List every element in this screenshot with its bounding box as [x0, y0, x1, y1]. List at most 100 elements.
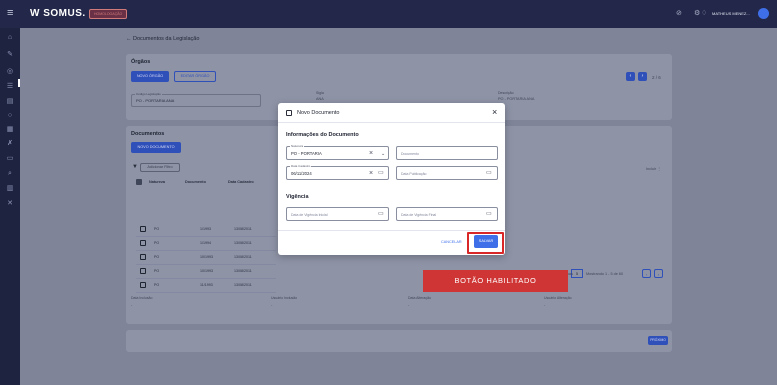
cancel-button[interactable]: CANCELAR — [441, 240, 462, 244]
search-icon[interactable]: ⌕ — [5, 169, 15, 179]
vigencia-final-input[interactable]: Data de Vigência Final ▭ — [396, 207, 498, 221]
vigencia-inicial-placeholder: Data de Vigência Inicial — [291, 213, 328, 217]
help-icon[interactable]: ⊘ — [676, 9, 682, 18]
user-name[interactable]: MATHEUS MENEZ... — [712, 11, 750, 16]
section-info-title: Informações do Documento — [286, 132, 359, 138]
table-row[interactable]: PO 1/1994 13/08/2011 — [136, 237, 276, 251]
usuario-inclusao-label: Usuário Inclusão — [271, 296, 298, 300]
next-page-button[interactable]: › — [638, 72, 647, 81]
row-documento: 1/1993 — [200, 227, 211, 231]
vigencia-inicial-input[interactable]: Data de Vigência Inicial ▭ — [286, 207, 389, 221]
row-data: 13/08/2011 — [234, 283, 252, 287]
column-header-natureza[interactable]: Natureza — [149, 180, 165, 184]
document-icon — [286, 110, 292, 116]
back-link[interactable]: ← Documentos da Legislação — [126, 36, 199, 42]
row-documento: 1/1994 — [200, 241, 211, 245]
row-checkbox[interactable] — [140, 226, 146, 232]
edit-orgao-button[interactable]: EDITAR ÓRGÃO — [174, 71, 216, 82]
codigo-legislacao-field[interactable]: Código Legislação PO - PORTARIA ANA — [131, 92, 261, 107]
column-header-data-cadastro[interactable]: Data Cadastro — [228, 180, 254, 184]
section-vigencia-title: Vigência — [286, 194, 309, 200]
descricao-value: PO - PORTARIA ANA — [498, 97, 535, 101]
row-checkbox[interactable] — [140, 240, 146, 246]
documentos-title: Documentos — [131, 131, 165, 137]
sigla-label: Sigla — [316, 91, 324, 95]
row-natureza: PO — [154, 241, 160, 245]
row-natureza: PO — [154, 255, 160, 259]
orgaos-title: Órgãos — [131, 59, 151, 65]
save-button-highlight — [467, 232, 504, 254]
usuario-alteracao-label: Usuário Alteração — [544, 296, 572, 300]
usuario-alteracao-value: - — [544, 303, 546, 307]
coin-icon[interactable]: ◎ — [5, 67, 15, 77]
table-row[interactable]: PO 10/1993 13/08/2011 — [136, 265, 276, 279]
top-bar: ≡ W SOMUS. HOMOLOGAÇÃO ⊘ ⚙ ♢ MATHEUS MEN… — [0, 0, 777, 28]
calendar-icon[interactable]: ▤ — [5, 97, 15, 107]
environment-badge: HOMOLOGAÇÃO — [89, 9, 128, 19]
row-data: 13/08/2011 — [234, 227, 252, 231]
table-row[interactable]: PO 10/1993 13/08/2011 — [136, 251, 276, 265]
data-inclusao-label: Data Inclusão — [131, 296, 153, 300]
new-orgao-button[interactable]: NOVO ÓRGÃO — [131, 71, 169, 82]
data-alteracao-label: Data Alteração — [408, 296, 431, 300]
add-filter-button[interactable]: Adicionar Filtro — [140, 163, 180, 172]
row-documento: 10/1993 — [200, 255, 213, 259]
user-avatar[interactable] — [758, 8, 769, 19]
sidebar: ⌂ ✎ ◎ ☰ ▤ ○ ▦ ✗ ▭ ⌕ ▥ ✕ — [0, 28, 20, 385]
table-next-button[interactable]: › — [654, 269, 663, 278]
row-documento: 11/1993 — [200, 283, 213, 287]
list-icon[interactable]: ☰ — [5, 82, 15, 92]
documento-input[interactable]: Documento — [396, 146, 498, 160]
tools-icon[interactable]: ✎ — [5, 50, 15, 60]
row-checkbox[interactable] — [140, 254, 146, 260]
documento-placeholder: Documento — [401, 152, 419, 156]
codigo-label: Código Legislação — [135, 92, 162, 96]
natureza-value: PO - PORTARIA — [291, 151, 322, 156]
cross-icon[interactable]: ✕ — [5, 199, 15, 209]
monitor-icon[interactable]: ▭ — [5, 154, 15, 164]
calendar-icon[interactable]: ▭ — [486, 170, 492, 177]
calendar-icon[interactable]: ▭ — [378, 211, 384, 218]
home-icon[interactable]: ⌂ — [5, 33, 15, 43]
wrench-icon[interactable]: ✗ — [5, 139, 15, 149]
calendar-icon[interactable]: ▭ — [378, 170, 384, 177]
settings-icon[interactable]: ⚙ — [694, 9, 700, 18]
row-checkbox[interactable] — [140, 282, 146, 288]
natureza-select[interactable]: Natureza PO - PORTARIA × ⌄ — [286, 144, 389, 160]
chevron-down-icon[interactable]: ⌄ — [381, 151, 385, 158]
data-cadastro-input[interactable]: Data Cadastro 06/11/2024 × ▭ — [286, 164, 389, 180]
table-row[interactable]: PO 11/1993 13/08/2011 — [136, 279, 276, 293]
column-menu[interactable]: Incluir ⋮ — [646, 166, 661, 171]
table-range-label: Mostrando 1 - 5 de 60 — [586, 272, 624, 276]
clear-date-icon[interactable]: × — [369, 170, 373, 177]
natureza-label: Natureza — [290, 144, 305, 148]
data-cadastro-value: 06/11/2024 — [291, 171, 312, 176]
circle-icon[interactable]: ○ — [5, 111, 15, 121]
calendar-icon[interactable]: ▭ — [486, 211, 492, 218]
next-step-button[interactable]: PRÓXIMO — [648, 336, 668, 345]
notification-bell-icon[interactable]: ♢ — [701, 9, 707, 18]
chart-icon[interactable]: ▥ — [5, 184, 15, 194]
clear-icon[interactable]: × — [369, 150, 373, 157]
row-data: 13/08/2011 — [234, 255, 252, 259]
descricao-label: Descrição — [498, 91, 514, 95]
row-natureza: PO — [154, 227, 160, 231]
vigencia-final-placeholder: Data de Vigência Final — [401, 213, 437, 217]
data-publicacao-input[interactable]: Data Publicação ▭ — [396, 166, 498, 180]
column-header-documento[interactable]: Documento — [185, 180, 206, 184]
row-documento: 10/1993 — [200, 269, 213, 273]
row-data: 13/08/2011 — [234, 269, 252, 273]
app-logo: W SOMUS. — [30, 8, 86, 19]
row-data: 13/08/2011 — [234, 241, 252, 245]
table-prev-button[interactable]: ‹ — [642, 269, 651, 278]
table-row[interactable]: PO 1/1993 13/08/2011 — [136, 223, 276, 237]
new-documento-button[interactable]: NOVO DOCUMENTO — [131, 142, 181, 153]
row-checkbox[interactable] — [140, 268, 146, 274]
callout-label: BOTÃO HABILITADO — [423, 270, 568, 292]
select-all-checkbox[interactable] — [136, 179, 142, 185]
prev-page-button[interactable]: ‹ — [626, 72, 635, 81]
grid-icon[interactable]: ▦ — [5, 125, 15, 135]
hamburger-menu-icon[interactable]: ≡ — [7, 7, 19, 19]
filter-icon: ▼ — [132, 164, 138, 170]
close-icon[interactable]: × — [492, 107, 497, 117]
